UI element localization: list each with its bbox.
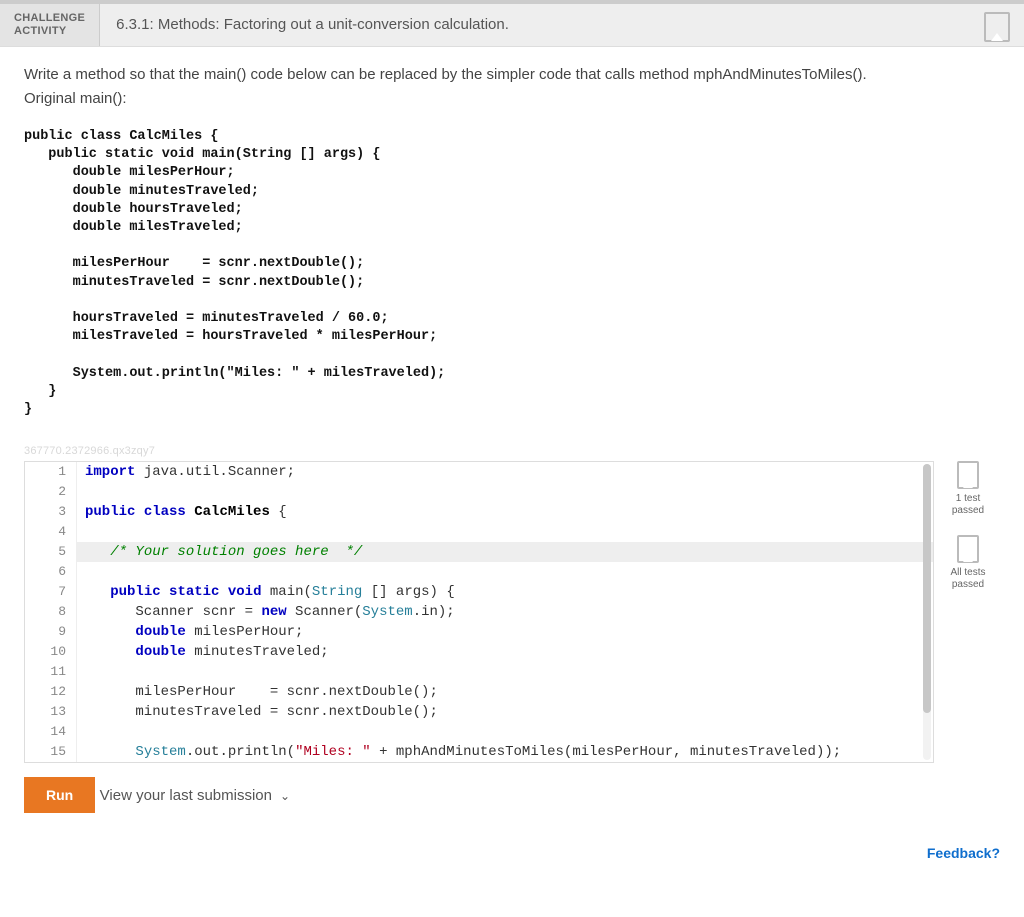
line-code[interactable]: public class CalcMiles { — [77, 502, 933, 522]
line-number: 14 — [25, 722, 77, 742]
activity-title: 6.3.1: Methods: Factoring out a unit-con… — [100, 4, 984, 46]
challenge-label-line2: ACTIVITY — [14, 25, 85, 38]
editor-line[interactable]: 14 — [25, 722, 933, 742]
status-text: 1 testpassed — [944, 493, 992, 517]
bookmark-icon[interactable] — [984, 12, 1010, 42]
code-editor[interactable]: 1import java.util.Scanner;23public class… — [24, 461, 934, 763]
line-code[interactable]: System.out.println("Miles: " + mphAndMin… — [77, 742, 933, 762]
line-code[interactable]: milesPerHour = scnr.nextDouble(); — [77, 682, 933, 702]
editor-line[interactable]: 8 Scanner scnr = new Scanner(System.in); — [25, 602, 933, 622]
line-number: 11 — [25, 662, 77, 682]
line-code[interactable] — [77, 522, 933, 542]
challenge-label-line1: CHALLENGE — [14, 12, 85, 25]
watermark: 367770.2372966.qx3zqy7 — [24, 445, 1000, 457]
status-text: All testspassed — [944, 567, 992, 591]
feedback-area: Feedback? — [0, 837, 1024, 883]
instructions: Write a method so that the main() code b… — [24, 63, 1000, 110]
line-number: 6 — [25, 562, 77, 582]
test-status-panel: 1 testpassed All testspassed — [934, 461, 992, 609]
line-number: 8 — [25, 602, 77, 622]
line-number: 13 — [25, 702, 77, 722]
line-code[interactable] — [77, 662, 933, 682]
line-code[interactable] — [77, 562, 933, 582]
editor-line[interactable]: 13 minutesTraveled = scnr.nextDouble(); — [25, 702, 933, 722]
line-number: 9 — [25, 622, 77, 642]
line-number: 15 — [25, 742, 77, 762]
status-item: All testspassed — [944, 535, 992, 591]
line-number: 3 — [25, 502, 77, 522]
view-submission-link[interactable]: View your last submission ⌄ — [100, 787, 290, 804]
original-code-block: public class CalcMiles { public static v… — [24, 128, 1000, 420]
editor-line[interactable]: 4 — [25, 522, 933, 542]
editor-line[interactable]: 12 milesPerHour = scnr.nextDouble(); — [25, 682, 933, 702]
editor-line[interactable]: 5 /* Your solution goes here */ — [25, 542, 933, 562]
editor-row: 1import java.util.Scanner;23public class… — [24, 461, 1000, 763]
status-item: 1 testpassed — [944, 461, 992, 517]
editor-line[interactable]: 10 double minutesTraveled; — [25, 642, 933, 662]
line-code[interactable]: Scanner scnr = new Scanner(System.in); — [77, 602, 933, 622]
line-code[interactable]: /* Your solution goes here */ — [77, 542, 933, 562]
line-number: 5 — [25, 542, 77, 562]
line-code[interactable] — [77, 482, 933, 502]
line-code[interactable]: double milesPerHour; — [77, 622, 933, 642]
status-bookmark-icon — [957, 461, 979, 489]
view-submission-label: View your last submission — [100, 787, 272, 804]
line-number: 10 — [25, 642, 77, 662]
line-code[interactable]: import java.util.Scanner; — [77, 462, 933, 482]
content-area: Write a method so that the main() code b… — [0, 47, 1024, 837]
line-number: 1 — [25, 462, 77, 482]
editor-line[interactable]: 9 double milesPerHour; — [25, 622, 933, 642]
editor-line[interactable]: 7 public static void main(String [] args… — [25, 582, 933, 602]
activity-header: CHALLENGE ACTIVITY 6.3.1: Methods: Facto… — [0, 4, 1024, 47]
line-number: 2 — [25, 482, 77, 502]
editor-scrollbar[interactable] — [923, 464, 931, 760]
editor-line[interactable]: 15 System.out.println("Miles: " + mphAnd… — [25, 742, 933, 762]
line-number: 4 — [25, 522, 77, 542]
editor-line[interactable]: 2 — [25, 482, 933, 502]
editor-line[interactable]: 1import java.util.Scanner; — [25, 462, 933, 482]
line-code[interactable] — [77, 722, 933, 742]
line-number: 12 — [25, 682, 77, 702]
line-code[interactable]: public static void main(String [] args) … — [77, 582, 933, 602]
editor-line[interactable]: 11 — [25, 662, 933, 682]
chevron-down-icon: ⌄ — [280, 789, 290, 803]
instructions-line1: Write a method so that the main() code b… — [24, 63, 1000, 86]
challenge-label: CHALLENGE ACTIVITY — [0, 4, 100, 46]
line-code[interactable]: double minutesTraveled; — [77, 642, 933, 662]
line-number: 7 — [25, 582, 77, 602]
status-bookmark-icon — [957, 535, 979, 563]
editor-line[interactable]: 3public class CalcMiles { — [25, 502, 933, 522]
run-button[interactable]: Run — [24, 777, 95, 813]
feedback-link[interactable]: Feedback? — [927, 845, 1000, 861]
editor-line[interactable]: 6 — [25, 562, 933, 582]
instructions-line2: Original main(): — [24, 87, 1000, 110]
line-code[interactable]: minutesTraveled = scnr.nextDouble(); — [77, 702, 933, 722]
